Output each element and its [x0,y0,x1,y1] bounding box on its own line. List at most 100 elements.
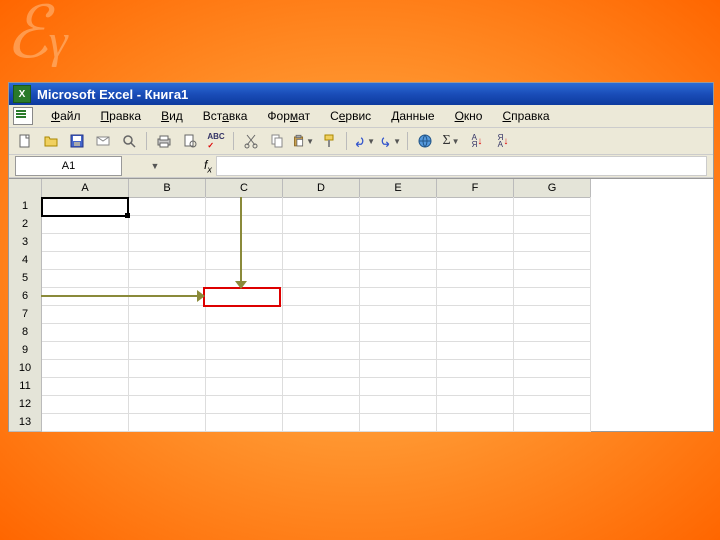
cell[interactable] [437,215,514,234]
cell[interactable] [206,287,283,306]
cell[interactable] [514,269,591,288]
cell[interactable] [283,251,360,270]
cell[interactable] [437,359,514,378]
row-header-10[interactable]: 10 [9,359,42,378]
dropdown-icon[interactable]: ▼ [393,137,401,146]
undo-button[interactable]: ▼ [352,129,376,153]
cell[interactable] [129,377,206,396]
cell[interactable] [437,341,514,360]
dropdown-icon[interactable]: ▼ [367,137,375,146]
cell[interactable] [514,341,591,360]
cell[interactable] [437,251,514,270]
row-header-2[interactable]: 2 [9,215,42,234]
cell[interactable] [129,197,206,216]
menu-insert[interactable]: Вставка [193,107,258,125]
search-button[interactable] [117,129,141,153]
cell[interactable] [514,215,591,234]
cell[interactable] [206,197,283,216]
hyperlink-button[interactable] [413,129,437,153]
cell[interactable] [283,413,360,432]
cell[interactable] [514,359,591,378]
cell[interactable] [360,215,437,234]
spelling-button[interactable]: ABC✓ [204,129,228,153]
cell[interactable] [283,341,360,360]
cell[interactable] [360,251,437,270]
cell[interactable] [206,359,283,378]
cell[interactable] [437,233,514,252]
row-header-7[interactable]: 7 [9,305,42,324]
cell[interactable] [437,269,514,288]
autosum-button[interactable]: Σ▼ [439,129,463,153]
cell[interactable] [360,269,437,288]
col-header-A[interactable]: A [42,179,129,198]
menu-format[interactable]: Формат [257,107,320,125]
cell[interactable] [283,287,360,306]
cell[interactable] [514,251,591,270]
cell[interactable] [206,413,283,432]
row-header-11[interactable]: 11 [9,377,42,396]
format-painter-button[interactable] [317,129,341,153]
cell[interactable] [360,341,437,360]
cell[interactable] [42,251,129,270]
cell[interactable] [283,233,360,252]
menu-file[interactable]: Файлdocument.currentScript.previousSibli… [41,107,91,125]
cell[interactable] [129,395,206,414]
dropdown-icon[interactable]: ▼ [452,137,460,146]
cell[interactable] [437,323,514,342]
col-header-C[interactable]: C [206,179,283,198]
cell[interactable] [129,341,206,360]
row-header-9[interactable]: 9 [9,341,42,360]
cell[interactable] [514,413,591,432]
cell[interactable] [360,413,437,432]
cell[interactable] [42,233,129,252]
row-header-8[interactable]: 8 [9,323,42,342]
name-box-dropdown[interactable]: ▼ [146,157,164,175]
cell[interactable] [360,287,437,306]
cell[interactable] [514,305,591,324]
col-header-B[interactable]: B [129,179,206,198]
cell[interactable] [42,323,129,342]
fx-label[interactable]: fx [204,158,212,174]
menu-edit[interactable]: Правка [91,107,152,125]
cell[interactable] [360,395,437,414]
cell[interactable] [42,197,129,216]
cell[interactable] [42,305,129,324]
sort-desc-button[interactable]: ЯA↓ [491,129,515,153]
cell[interactable] [42,359,129,378]
cell[interactable] [283,305,360,324]
cell[interactable] [129,305,206,324]
cut-button[interactable] [239,129,263,153]
cell[interactable] [360,377,437,396]
menu-data[interactable]: Данные [381,107,444,125]
row-header-3[interactable]: 3 [9,233,42,252]
sort-asc-button[interactable]: AЯ↓ [465,129,489,153]
cell[interactable] [206,233,283,252]
cell[interactable] [514,323,591,342]
cell[interactable] [283,269,360,288]
cell[interactable] [360,233,437,252]
cell[interactable] [129,269,206,288]
cell[interactable] [206,215,283,234]
menu-service[interactable]: Сервис [320,107,381,125]
menu-view[interactable]: Вид [151,107,193,125]
open-button[interactable] [39,129,63,153]
cell[interactable] [514,377,591,396]
col-header-D[interactable]: D [283,179,360,198]
cell[interactable] [42,413,129,432]
cell[interactable] [514,197,591,216]
dropdown-icon[interactable]: ▼ [306,137,314,146]
menu-help[interactable]: Справка [492,107,559,125]
cell[interactable] [206,377,283,396]
row-header-4[interactable]: 4 [9,251,42,270]
cell[interactable] [437,395,514,414]
cell[interactable] [42,215,129,234]
cell[interactable] [206,323,283,342]
row-header-12[interactable]: 12 [9,395,42,414]
cell[interactable] [283,395,360,414]
cell[interactable] [514,395,591,414]
cell[interactable] [437,413,514,432]
cell[interactable] [437,287,514,306]
cell[interactable] [129,215,206,234]
row-header-5[interactable]: 5 [9,269,42,288]
cell[interactable] [360,197,437,216]
